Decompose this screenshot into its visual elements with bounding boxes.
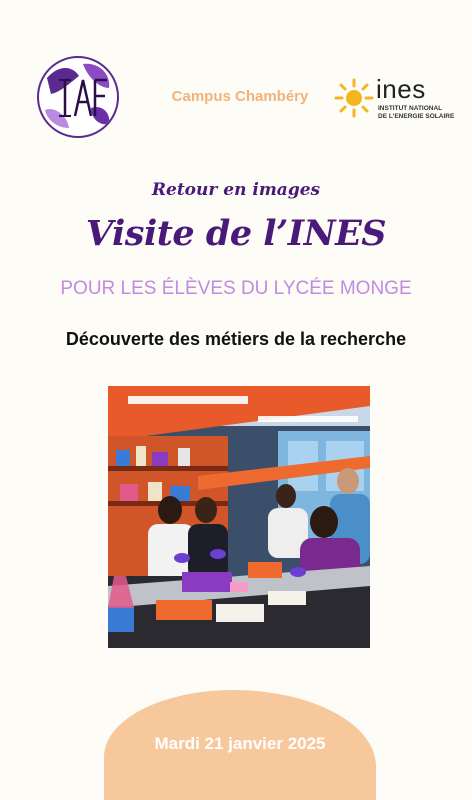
ines-subline-1: INSTITUT NATIONAL — [378, 105, 443, 112]
campus-label: Campus Chambéry — [171, 88, 309, 105]
tagline: Découverte des métiers de la recherche — [65, 329, 407, 349]
sun-icon — [334, 78, 374, 118]
ines-subline-2: DE L'ENERGIE SOLAIRE — [378, 112, 455, 120]
ines-wordmark: ines — [376, 74, 426, 104]
kicker-heading: Retour en images — [151, 180, 321, 200]
iaf-logo — [37, 56, 119, 138]
subtitle: POUR LES ÉLÈVES DU LYCÉE MONGE — [60, 278, 412, 299]
iaf-logo-graphic — [45, 63, 110, 128]
event-date: Mardi 21 janvier 2025 — [154, 734, 326, 753]
lab-photo — [108, 386, 370, 648]
lab-illustration — [108, 386, 370, 648]
ines-logo: ines INSTITUT NATIONAL DE L'ENERGIE SOLA… — [334, 72, 458, 124]
ines-subline: INSTITUT NATIONAL DE L'ENERGIE SOLAIRE — [378, 105, 454, 120]
page-title: Visite de l’INES — [85, 213, 387, 254]
